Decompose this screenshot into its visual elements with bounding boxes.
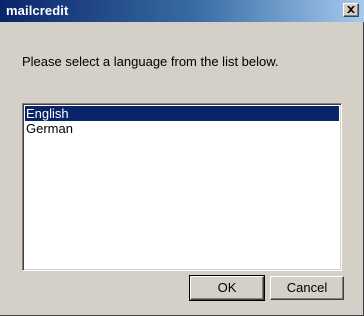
window-title: mailcredit: [6, 3, 69, 18]
ok-button[interactable]: OK: [189, 275, 265, 301]
close-icon: [347, 6, 355, 13]
language-listbox[interactable]: English German: [22, 103, 342, 271]
language-dialog: mailcredit Please select a language from…: [0, 0, 364, 316]
cancel-button[interactable]: Cancel: [270, 276, 344, 300]
title-bar[interactable]: mailcredit: [0, 0, 364, 22]
close-button[interactable]: [343, 3, 359, 17]
list-item-german[interactable]: German: [25, 121, 339, 136]
list-item-english[interactable]: English: [25, 106, 339, 121]
instruction-text: Please select a language from the list b…: [22, 54, 279, 69]
